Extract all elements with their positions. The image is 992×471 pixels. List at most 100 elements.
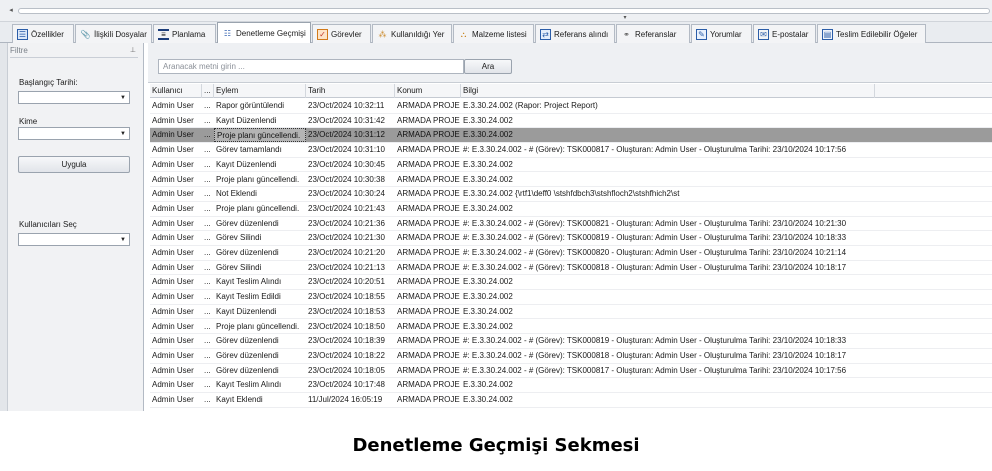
cell-more: ...: [204, 218, 211, 228]
tab-scrollbar[interactable]: [18, 8, 990, 14]
search-input[interactable]: [158, 59, 464, 74]
cell-user: Admin User: [152, 174, 194, 184]
grid-header: Kullanıcı... Eylem Tarih Konum Bilgi: [150, 84, 992, 98]
table-row[interactable]: Admin User... Görev düzenlendi 23/Oct/2024…: [150, 246, 992, 261]
cell-location: ARMADA PROJE: [397, 336, 460, 346]
cell-location: ARMADA PROJE: [397, 306, 460, 316]
search-bar: Ara: [148, 43, 992, 83]
cell-date: 23/Oct/2024 10:21:36: [308, 218, 385, 228]
tab-0[interactable]: ☰ Özellikler: [12, 24, 74, 43]
cell-more: ...: [204, 277, 211, 287]
cell-more: ...: [204, 380, 211, 390]
tab-7[interactable]: ⇄ Referans alındı: [535, 24, 615, 43]
column-header-date[interactable]: Tarih: [306, 84, 395, 98]
start-date-combo[interactable]: ▼: [18, 91, 130, 104]
table-row[interactable]: Admin User... Kayıt Teslim Alındı 23/Oct/2…: [150, 275, 992, 291]
tab-label: Planlama: [172, 29, 206, 39]
search-button[interactable]: Ara: [464, 59, 512, 74]
tab-label: Yorumlar: [710, 29, 742, 39]
tab-label: Referanslar: [635, 29, 677, 39]
cell-location: ARMADA PROJE: [397, 233, 460, 243]
tab-label: E-postalar: [772, 29, 809, 39]
tab-1[interactable]: 📎 İlişkili Dosyalar: [75, 24, 152, 43]
tab-label: Denetleme Geçmişi: [236, 29, 306, 38]
cell-date: 23/Oct/2024 10:18:05: [308, 365, 385, 375]
tab-6[interactable]: ⛬ Malzeme listesi: [453, 24, 534, 43]
table-row[interactable]: Admin User... Görev düzenlendi 23/Oct/2024…: [150, 334, 992, 349]
select-users-combo[interactable]: ▼: [18, 233, 130, 246]
table-row[interactable]: Admin User... Kayıt Düzenlendi 23/Oct/2024…: [150, 114, 992, 129]
table-row[interactable]: Admin User... Görev tamamlandı 23/Oct/2024…: [150, 143, 992, 158]
scroll-left-icon[interactable]: ◂: [6, 6, 16, 16]
cell-location: ARMADA PROJE: [397, 380, 460, 390]
column-header-action[interactable]: Eylem: [214, 84, 306, 98]
cell-location: ARMADA PROJE: [397, 277, 460, 287]
tab-5[interactable]: ⁂ Kullanıldığı Yer: [372, 24, 452, 43]
apply-button[interactable]: Uygula: [18, 156, 130, 173]
tab-11[interactable]: ▤ Teslim Edilebilir Öğeler: [817, 24, 926, 43]
table-row[interactable]: Admin User... Rapor görüntülendi 23/Oct/20…: [150, 99, 992, 114]
cell-action: Görev tamamlandı: [216, 145, 282, 155]
table-row[interactable]: Admin User... Kayıt Eklendi 11/Jul/2024 16…: [150, 393, 992, 408]
column-header-location[interactable]: Konum: [395, 84, 461, 98]
tab-dropdown-icon[interactable]: ▾: [620, 14, 630, 22]
table-row[interactable]: Admin User... Görev düzenlendi 23/Oct/2024…: [150, 349, 992, 364]
cell-more: ...: [204, 159, 211, 169]
cell-date: 23/Oct/2024 10:18:55: [308, 292, 385, 302]
cell-info: E.3.30.24.002: [463, 159, 513, 169]
table-row[interactable]: Admin User... Kayıt Düzenlendi 23/Oct/2024…: [150, 158, 992, 173]
cell-info: #: E.3.30.24.002 - # (Görev): TSK000818 …: [463, 262, 847, 272]
column-header-info[interactable]: Bilgi: [461, 84, 875, 98]
tab-label: Özellikler: [31, 29, 64, 39]
table-row[interactable]: Admin User... Kayıt Teslim Alındı 23/Oct/2…: [150, 378, 992, 393]
cell-action: Kayıt Teslim Edildi: [216, 292, 281, 302]
table-row[interactable]: Admin User... Görev düzenlendi 23/Oct/2024…: [150, 217, 992, 232]
audit-history-panel: Ara Kullanıcı...EylemTarihKonumBilgi Adm…: [148, 43, 992, 411]
cell-action: Proje planı güncellendi.: [216, 321, 300, 331]
table-row[interactable]: Admin User... Proje planı güncellendi. 23/…: [150, 202, 992, 217]
cell-date: 23/Oct/2024 10:21:13: [308, 262, 385, 272]
cell-info: E.3.30.24.002: [463, 115, 513, 125]
tab-2[interactable]: ≡ Planlama: [153, 24, 216, 43]
cell-more: ...: [204, 321, 211, 331]
cell-more: ...: [204, 145, 211, 155]
left-panel-scrollbar[interactable]: [0, 43, 8, 411]
cell-location: ARMADA PROJE: [397, 248, 460, 257]
table-row[interactable]: Admin User... Görev Silindi 23/Oct/2024 10…: [150, 261, 992, 276]
cell-user: Admin User: [152, 380, 194, 390]
table-row[interactable]: Admin User... Not Eklendi 23/Oct/2024 10:3…: [150, 187, 992, 202]
table-row[interactable]: Admin User... Proje planı güncellendi. 23/…: [150, 128, 992, 144]
table-row[interactable]: Admin User... Kayıt Düzenlendi 23/Oct/2024…: [150, 305, 992, 320]
cell-action: Görev düzenlendi: [216, 350, 279, 360]
cell-date: 23/Oct/2024 10:31:12: [308, 130, 385, 140]
column-header-more[interactable]: ...: [202, 84, 214, 98]
pin-icon[interactable]: ⊥: [130, 45, 136, 57]
cell-info: E.3.30.24.002 (Rapor: Project Report): [463, 101, 598, 110]
cell-info: E.3.30.24.002: [463, 174, 513, 184]
cell-user: Admin User: [152, 233, 194, 243]
cell-user: Admin User: [152, 350, 194, 360]
table-row[interactable]: Admin User... Kayıt Teslim Edildi 23/Oct/2…: [150, 290, 992, 305]
table-row[interactable]: Admin User... Proje planı güncellendi. 23/…: [150, 173, 992, 188]
cell-location: ARMADA PROJE: [397, 130, 460, 140]
cell-date: 23/Oct/2024 10:31:10: [308, 145, 385, 155]
tab-3[interactable]: ☷ Denetleme Geçmişi: [217, 22, 311, 44]
cell-action: Proje planı güncellendi.: [216, 203, 300, 213]
filter-panel: Filtre ⊥ Başlangıç Tarihi: ▼ Kime ▼ Uygu…: [0, 43, 144, 411]
cell-action: Kayıt Düzenlendi: [216, 115, 277, 125]
cell-location: ARMADA PROJE: [397, 350, 460, 360]
table-row[interactable]: Admin User... Görev Silindi 23/Oct/2024 10…: [150, 231, 992, 246]
who-label: Kime: [19, 117, 38, 126]
tab-9[interactable]: ✎ Yorumlar: [691, 24, 752, 43]
column-header-user[interactable]: Kullanıcı: [150, 84, 202, 98]
tab-label: Kullanıldığı Yer: [391, 29, 445, 39]
cell-action: Kayıt Teslim Alındı: [216, 277, 282, 287]
tab-label: İlişkili Dosyalar: [94, 29, 147, 39]
tab-4[interactable]: ✓ Görevler: [312, 24, 371, 43]
cell-location: ARMADA PROJE: [397, 395, 460, 404]
table-row[interactable]: Admin User... Proje planı güncellendi. 23/…: [150, 320, 992, 335]
who-combo[interactable]: ▼: [18, 127, 130, 140]
tab-8[interactable]: ⚭ Referanslar: [616, 24, 690, 43]
table-row[interactable]: Admin User... Görev düzenlendi 23/Oct/2024…: [150, 364, 992, 379]
tab-10[interactable]: ✉ E-postalar: [753, 24, 816, 43]
